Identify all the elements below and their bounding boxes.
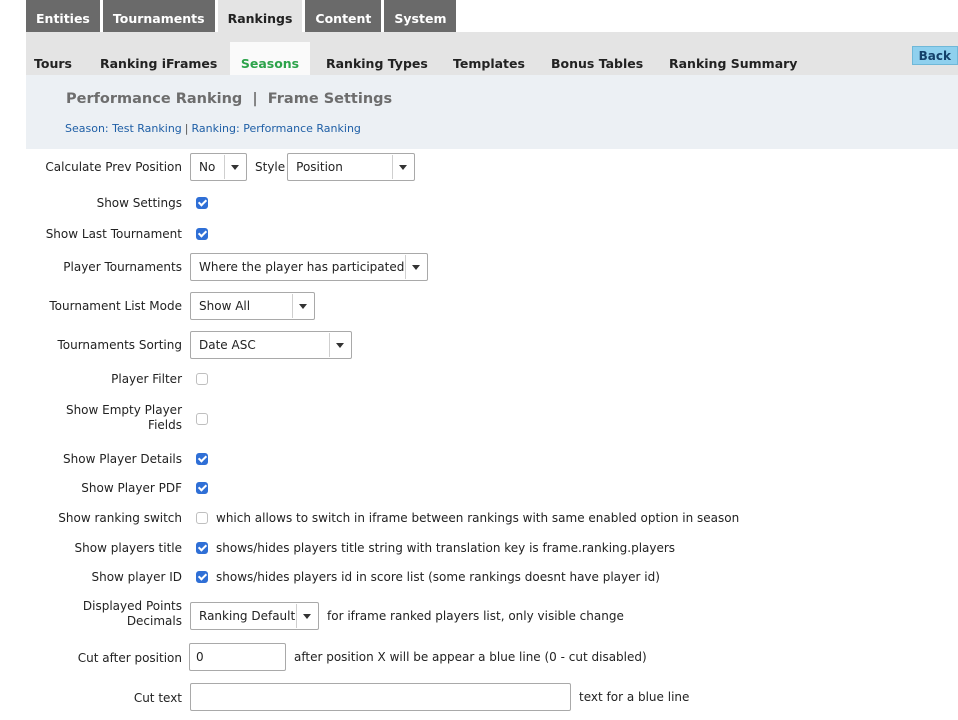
displayed-points-decimals-label-line1: Displayed Points <box>82 599 182 613</box>
back-button[interactable]: Back <box>911 46 958 65</box>
show-empty-player-fields-label: Show Empty Player Fields <box>66 403 182 433</box>
show-player-details-checkbox[interactable] <box>196 453 208 465</box>
subnav-ranking-iframes[interactable]: Ranking iFrames <box>100 42 217 75</box>
show-ranking-switch-label: Show ranking switch <box>58 511 182 525</box>
page-header: Performance Ranking | Frame Settings Sea… <box>26 75 958 149</box>
calc-prev-position-label: Calculate Prev Position <box>45 160 182 174</box>
player-tournaments-select[interactable]: Where the player has participated <box>190 253 428 281</box>
show-player-details-label: Show Player Details <box>63 452 182 466</box>
cut-after-position-input[interactable] <box>189 643 286 671</box>
style-value: Position <box>296 160 343 174</box>
tournaments-sorting-select[interactable]: Date ASC <box>190 331 352 359</box>
subnav-ranking-summary[interactable]: Ranking Summary <box>669 42 797 75</box>
chevron-down-icon <box>224 155 242 179</box>
tab-entities[interactable]: Entities <box>26 0 100 32</box>
breadcrumb: Season: Test Ranking | Ranking: Performanc… <box>65 122 361 135</box>
chevron-down-icon <box>296 604 314 628</box>
show-last-tournament-checkbox[interactable] <box>196 228 208 240</box>
subnav-ranking-types[interactable]: Ranking Types <box>326 42 428 75</box>
calc-prev-position-select[interactable]: No <box>190 153 247 181</box>
tournament-list-mode-value: Show All <box>199 299 251 313</box>
displayed-points-decimals-select[interactable]: Ranking Default <box>190 602 319 630</box>
show-players-title-label: Show players title <box>74 541 182 555</box>
show-empty-player-fields-label-line1: Show Empty Player <box>65 403 182 417</box>
tournaments-sorting-label: Tournaments Sorting <box>57 338 182 352</box>
displayed-points-decimals-label: Displayed Points Decimals <box>83 599 182 629</box>
player-filter-checkbox[interactable] <box>196 373 208 385</box>
cut-text-note: text for a blue line <box>579 690 690 704</box>
calc-prev-position-value: No <box>199 160 216 174</box>
cut-text-input[interactable] <box>190 683 571 711</box>
show-empty-player-fields-label-line2: Fields <box>148 418 182 432</box>
player-tournaments-value: Where the player has participated <box>199 260 405 274</box>
cut-after-position-note: after position X will be appear a blue l… <box>294 650 647 664</box>
sub-navigation: Tours Ranking iFrames Seasons Ranking Ty… <box>26 32 958 75</box>
breadcrumb-separator: | <box>184 122 189 135</box>
breadcrumb-ranking-link[interactable]: Ranking: Performance Ranking <box>192 122 361 135</box>
tab-rankings[interactable]: Rankings <box>217 0 303 32</box>
chevron-down-icon <box>329 333 347 357</box>
chevron-down-icon <box>292 294 310 318</box>
player-filter-label: Player Filter <box>111 372 182 386</box>
tournament-list-mode-label: Tournament List Mode <box>49 299 182 313</box>
top-tabs: Entities Tournaments Rankings Content Sy… <box>26 0 457 32</box>
tab-tournaments[interactable]: Tournaments <box>102 0 215 32</box>
displayed-points-decimals-label-line2: Decimals <box>126 614 182 628</box>
show-player-id-label: Show player ID <box>91 570 182 584</box>
tournament-list-mode-select[interactable]: Show All <box>190 292 315 320</box>
displayed-points-decimals-note: for iframe ranked players list, only vis… <box>327 609 624 623</box>
player-tournaments-label: Player Tournaments <box>63 260 182 274</box>
subnav-bonus-tables[interactable]: Bonus Tables <box>551 42 643 75</box>
breadcrumb-season-link[interactable]: Season: Test Ranking <box>65 122 182 135</box>
chevron-down-icon <box>405 255 423 279</box>
subnav-templates[interactable]: Templates <box>453 42 525 75</box>
tab-content[interactable]: Content <box>305 0 382 32</box>
subnav-seasons[interactable]: Seasons <box>230 42 310 75</box>
show-player-pdf-label: Show Player PDF <box>81 481 182 495</box>
show-players-title-note: shows/hides players title string with tr… <box>216 541 676 555</box>
show-players-title-checkbox[interactable] <box>196 542 208 554</box>
subnav-tours[interactable]: Tours <box>34 42 72 75</box>
page-title: Performance Ranking | Frame Settings <box>66 91 393 107</box>
show-player-id-note: shows/hides players id in score list (so… <box>216 570 660 584</box>
show-ranking-switch-note: which allows to switch in iframe between… <box>216 511 740 525</box>
show-ranking-switch-checkbox[interactable] <box>196 512 208 524</box>
show-settings-checkbox[interactable] <box>196 197 208 209</box>
tournaments-sorting-value: Date ASC <box>199 338 256 352</box>
cut-text-label: Cut text <box>133 691 182 705</box>
frame-settings-form: Calculate Prev Position No Style Positio… <box>0 149 958 720</box>
show-settings-label: Show Settings <box>96 196 182 210</box>
displayed-points-decimals-value: Ranking Default <box>199 609 296 623</box>
show-player-pdf-checkbox[interactable] <box>196 482 208 494</box>
tab-system[interactable]: System <box>384 0 457 32</box>
cut-after-position-label: Cut after position <box>77 651 182 665</box>
show-last-tournament-label: Show Last Tournament <box>45 227 182 241</box>
style-label: Style <box>255 160 286 174</box>
chevron-down-icon <box>392 155 410 179</box>
show-player-id-checkbox[interactable] <box>196 571 208 583</box>
show-empty-player-fields-checkbox[interactable] <box>196 413 208 425</box>
style-select[interactable]: Position <box>287 153 416 181</box>
